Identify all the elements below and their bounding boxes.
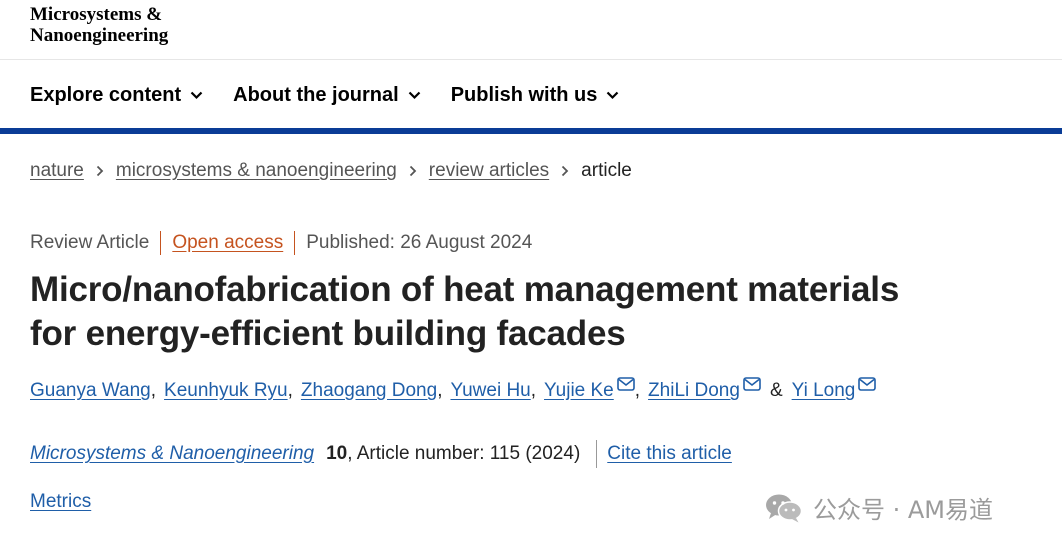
- author-link[interactable]: Yi Long: [792, 380, 856, 402]
- author-list: Guanya Wang, Keunhyuk Ryu, Zhaogang Dong, Y…: [30, 377, 877, 402]
- chevron-right-icon: [409, 165, 417, 177]
- author-link[interactable]: ZhiLi Dong: [648, 380, 740, 402]
- chevron-down-icon: [190, 91, 203, 99]
- breadcrumb: nature microsystems & nanoengineering re…: [30, 160, 632, 182]
- breadcrumb-journal[interactable]: microsystems & nanoengineering: [116, 160, 397, 182]
- author-link[interactable]: Zhaogang Dong: [301, 380, 437, 402]
- citation-divider: [596, 440, 598, 468]
- published-date: Published: 26 August 2024: [306, 232, 533, 253]
- journal-logo-line1: Microsystems &: [30, 4, 163, 25]
- article-title-line1: Micro/nanofabrication of heat management…: [30, 270, 900, 309]
- header-accent-bar: [0, 128, 1062, 134]
- main-nav: Explore content About the journal Publis…: [30, 80, 649, 110]
- open-access-link[interactable]: Open access: [172, 232, 283, 254]
- author-link[interactable]: Guanya Wang: [30, 380, 151, 402]
- article-title: Micro/nanofabrication of heat management…: [30, 268, 1030, 356]
- author-link[interactable]: Keunhyuk Ryu: [164, 380, 288, 402]
- article-type: Review Article: [30, 232, 150, 253]
- nav-publish-with-us-label: Publish with us: [450, 83, 598, 106]
- volume-number: 10: [326, 443, 348, 464]
- journal-logo[interactable]: Microsystems & Nanoengineering: [30, 4, 168, 46]
- header-divider: [0, 59, 1062, 60]
- nav-explore-content[interactable]: Explore content: [30, 84, 203, 107]
- chevron-right-icon: [561, 165, 569, 177]
- breadcrumb-review-articles[interactable]: review articles: [429, 160, 549, 182]
- chevron-right-icon: [96, 165, 104, 177]
- author-link[interactable]: Yujie Ke: [544, 380, 614, 402]
- chevron-down-icon: [607, 91, 619, 99]
- wechat-icon: [766, 494, 803, 522]
- meta-divider: [160, 231, 162, 255]
- cite-this-article-link[interactable]: Cite this article: [607, 443, 732, 465]
- breadcrumb-nature[interactable]: nature: [30, 160, 84, 182]
- nav-about-journal[interactable]: About the journal: [233, 84, 421, 107]
- nav-about-journal-label: About the journal: [233, 83, 399, 106]
- watermark-text: 公众号 · AM易道: [813, 496, 994, 524]
- article-number: , Article number: 115 (2024): [347, 443, 581, 464]
- author-separator: ,: [634, 380, 641, 401]
- author-link[interactable]: Yuwei Hu: [450, 380, 530, 402]
- article-meta: Review Article Open access Published: 26…: [30, 230, 532, 256]
- watermark: 公众号 · AM易道: [765, 490, 993, 525]
- nav-explore-content-label: Explore content: [30, 83, 182, 106]
- author-separator: ,: [437, 380, 443, 401]
- nav-publish-with-us[interactable]: Publish with us: [451, 84, 620, 107]
- author-conjunction: &: [769, 380, 783, 401]
- author-separator: ,: [530, 380, 537, 401]
- email-icon[interactable]: [858, 377, 877, 391]
- author-separator: ,: [287, 380, 293, 401]
- email-icon[interactable]: [743, 377, 761, 391]
- journal-link[interactable]: Microsystems & Nanoengineering: [30, 443, 314, 465]
- breadcrumb-current: article: [581, 160, 632, 181]
- author-separator: ,: [150, 380, 157, 401]
- meta-divider: [294, 231, 296, 255]
- email-icon[interactable]: [616, 377, 635, 391]
- journal-logo-line2: Nanoengineering: [30, 25, 169, 46]
- metrics-link[interactable]: Metrics: [30, 491, 91, 513]
- chevron-down-icon: [408, 91, 420, 99]
- citation-line: Microsystems & Nanoengineering 10 , Arti…: [30, 440, 732, 468]
- article-title-line2: for energy-efficient building facades: [30, 314, 626, 353]
